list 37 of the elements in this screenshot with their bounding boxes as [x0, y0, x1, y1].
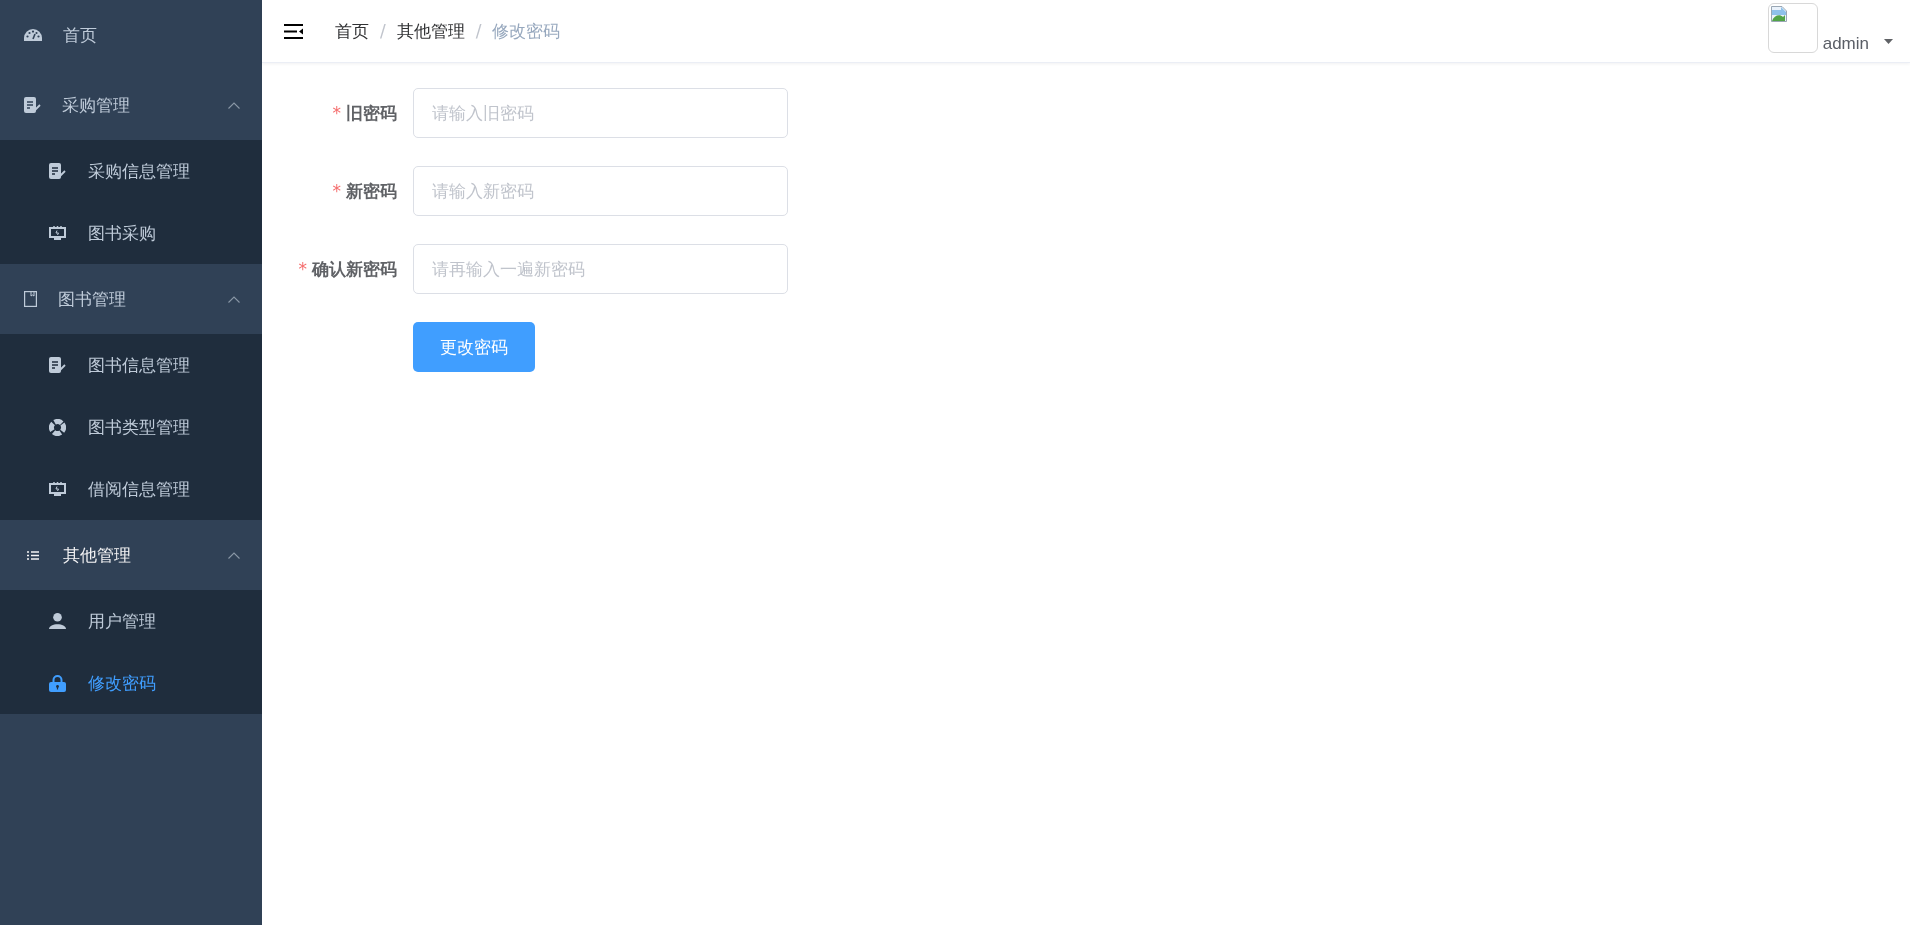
list-icon — [27, 550, 39, 560]
password-field[interactable]: 请输入旧密码 — [413, 88, 788, 138]
breadcrumb-separator: / — [380, 21, 386, 41]
field-label: 新密码 — [346, 179, 397, 203]
broken-image-icon — [1770, 6, 1787, 22]
field-label: 确认新密码 — [312, 257, 397, 281]
user-name[interactable]: admin — [1822, 35, 1869, 53]
user-icon — [49, 613, 66, 629]
menu-item[interactable]: 修改密码 — [0, 652, 262, 714]
menu-item[interactable]: 图书信息管理 — [0, 334, 262, 396]
menu-item[interactable]: 图书采购 — [0, 202, 262, 264]
password-field[interactable]: 请输入新密码 — [413, 166, 788, 216]
document-edit-icon — [49, 163, 66, 179]
menu-item[interactable]: 图书类型管理 — [0, 396, 262, 458]
breadcrumb-link[interactable]: 其他管理 — [396, 19, 465, 43]
password-field[interactable]: 请再输入一遍新密码 — [413, 244, 788, 294]
monitor-icon — [49, 226, 66, 240]
monitor-icon — [49, 482, 66, 496]
required-asterisk: * — [332, 102, 341, 123]
lock-icon — [49, 674, 66, 692]
lifebuoy-icon — [49, 418, 66, 436]
menu-item[interactable]: 借阅信息管理 — [0, 458, 262, 520]
document-edit-icon — [49, 357, 66, 373]
breadcrumb-separator: / — [475, 21, 482, 41]
document-icon — [24, 291, 37, 307]
caret-down-icon[interactable] — [1884, 39, 1893, 44]
breadcrumb-link[interactable]: 首页 — [335, 19, 369, 43]
menu-item[interactable]: 采购信息管理 — [0, 140, 262, 202]
document-edit-icon — [24, 97, 41, 113]
menu-item[interactable]: 用户管理 — [0, 590, 262, 652]
avatar-placeholder[interactable] — [1767, 3, 1818, 53]
field-label: 旧密码 — [346, 101, 397, 125]
required-asterisk: * — [332, 180, 341, 201]
menu-icon[interactable] — [284, 23, 303, 39]
required-asterisk: * — [298, 258, 307, 279]
breadcrumb-current: 修改密码 — [492, 19, 561, 43]
dashboard-icon — [24, 29, 42, 41]
